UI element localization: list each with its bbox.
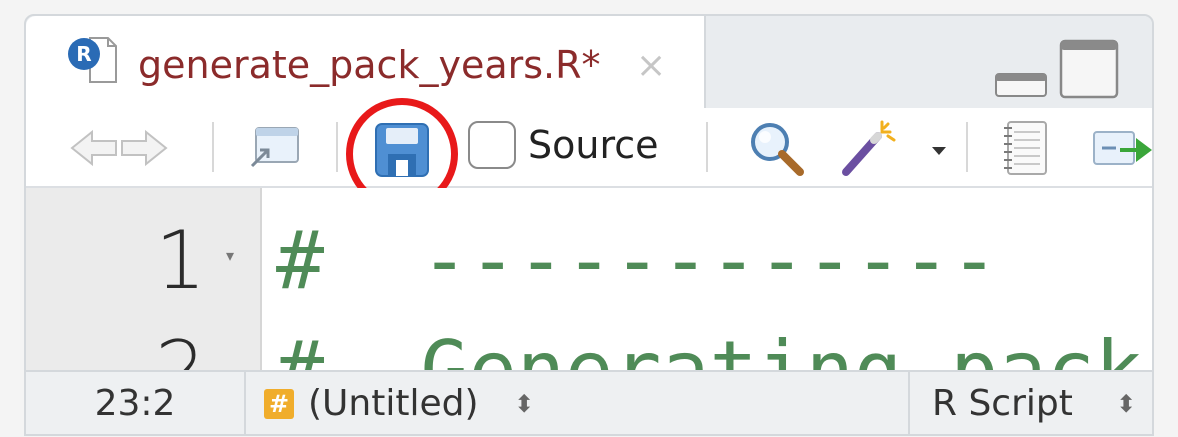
- back-arrow-icon[interactable]: [68, 128, 120, 168]
- minimize-icon[interactable]: [994, 64, 1048, 98]
- chevron-down-icon[interactable]: [930, 144, 948, 158]
- notebook-icon[interactable]: [1000, 118, 1052, 178]
- line-number: 1: [155, 214, 206, 307]
- tab-title: generate_pack_years.R*: [138, 43, 601, 87]
- r-icon-letter: R: [76, 42, 91, 66]
- scope-badge-icon: #: [264, 389, 294, 419]
- close-icon[interactable]: ×: [636, 44, 666, 88]
- toolbar-separator: [966, 122, 968, 172]
- cursor-position: 23:2: [26, 372, 246, 434]
- line-number: 2: [155, 326, 206, 371]
- fold-arrow-icon[interactable]: ▾: [226, 246, 234, 265]
- maximize-icon[interactable]: [1058, 38, 1120, 100]
- toolbar-separator: [212, 122, 214, 172]
- search-icon[interactable]: [746, 118, 808, 178]
- line-gutter: 1 ▾ 2: [26, 188, 262, 370]
- code-line: # Generating pack: [276, 326, 1143, 371]
- code-line: # ------------: [276, 214, 999, 307]
- source-on-save-label: Source: [528, 123, 659, 167]
- status-bar: 23:2 # (Untitled) ⬍ R Script ⬍: [26, 370, 1152, 434]
- toolbar-separator: [336, 122, 338, 172]
- editor-toolbar: Source: [26, 98, 1154, 210]
- file-type-label: R Script: [932, 383, 1073, 424]
- magic-wand-icon[interactable]: [838, 118, 900, 178]
- tab-generate-pack-years[interactable]: R generate_pack_years.R* ×: [26, 16, 706, 110]
- tab-strip: R generate_pack_years.R* ×: [26, 16, 1152, 110]
- updown-icon[interactable]: ⬍: [1116, 372, 1136, 434]
- scope-selector[interactable]: (Untitled): [308, 372, 479, 434]
- source-editor-pane: R generate_pack_years.R* × Source 1 ▾ # …: [24, 14, 1154, 436]
- code-editor[interactable]: 1 ▾ 2 # ------------ # Generating pack: [26, 188, 1152, 370]
- run-arrow-icon[interactable]: [1090, 124, 1154, 174]
- updown-icon[interactable]: ⬍: [514, 372, 534, 434]
- source-on-save-checkbox[interactable]: [468, 121, 516, 169]
- r-file-icon: R: [68, 37, 117, 83]
- forward-arrow-icon[interactable]: [118, 128, 170, 168]
- show-in-window-icon[interactable]: [246, 124, 302, 172]
- file-type-selector[interactable]: R Script ⬍: [908, 372, 1152, 434]
- toolbar-separator: [706, 122, 708, 172]
